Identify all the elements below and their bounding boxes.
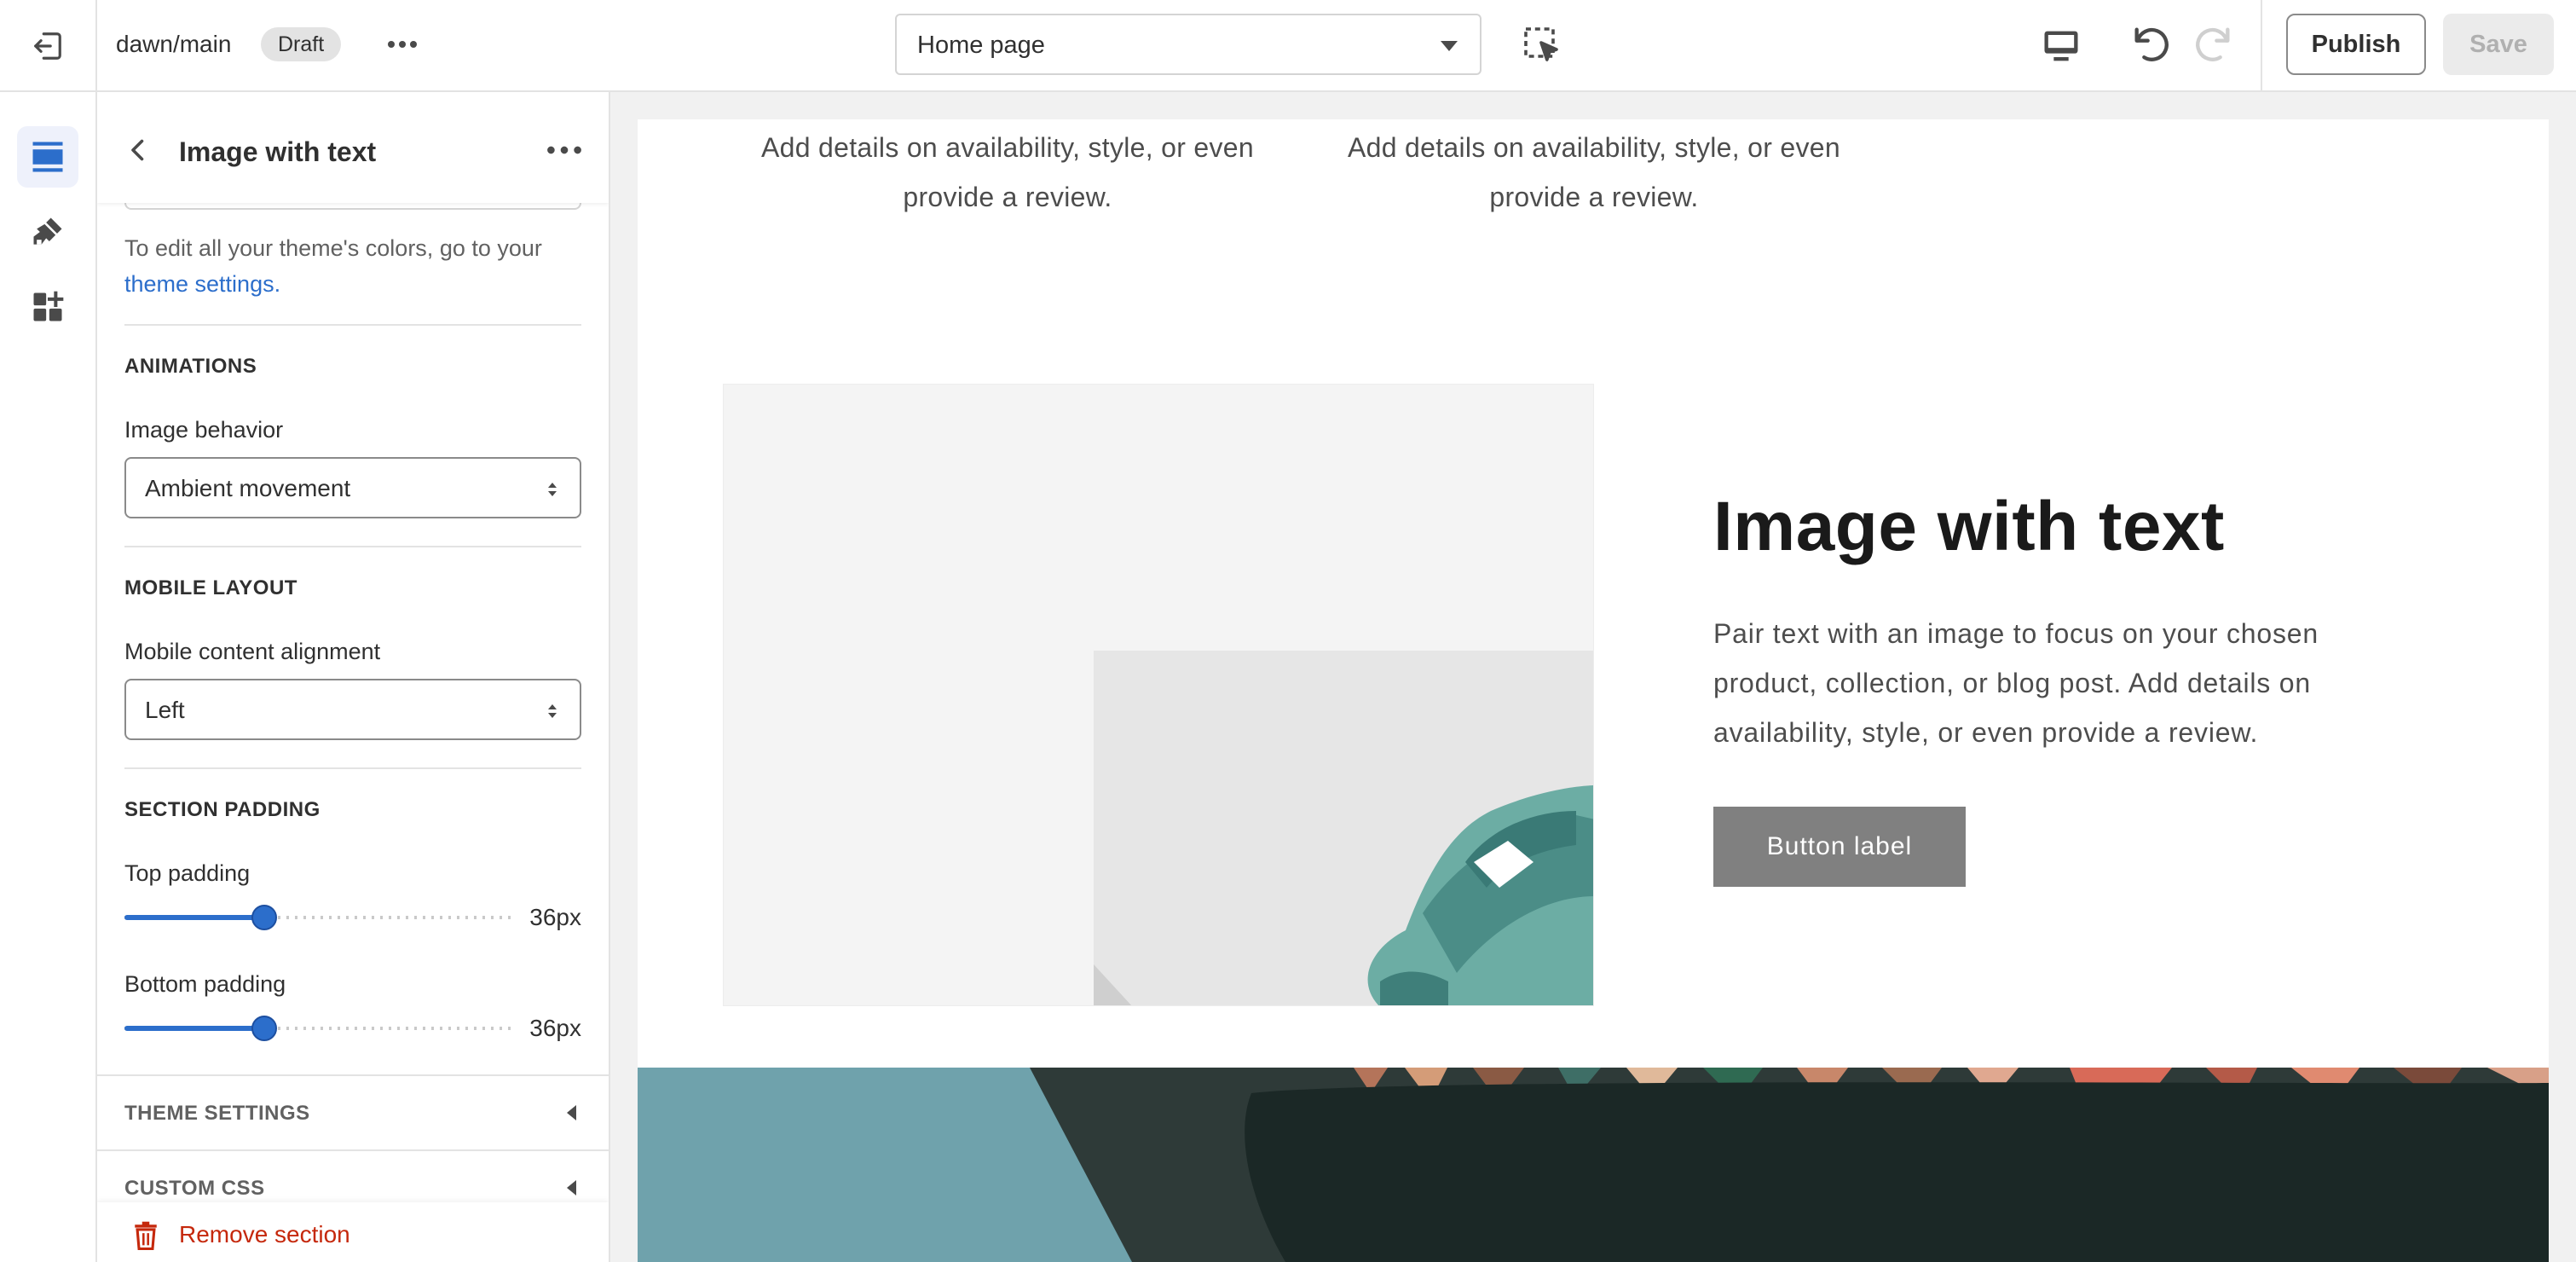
- theme-name: dawn/main: [116, 31, 232, 57]
- remove-section-button[interactable]: Remove section: [97, 1202, 609, 1262]
- undo-button[interactable]: [2129, 22, 2174, 67]
- mobile-layout-heading: MOBILE LAYOUT: [124, 576, 297, 599]
- image-behavior-label: Image behavior: [124, 417, 284, 443]
- section-padding-heading: SECTION PADDING: [124, 798, 321, 821]
- image-behavior-value: Ambient movement: [145, 475, 351, 501]
- chevron-left-icon: [567, 1180, 576, 1195]
- divider: [124, 767, 581, 769]
- slider-fill: [124, 915, 264, 920]
- sidebar-item-apps[interactable]: [17, 276, 78, 338]
- chevron-left-icon: [131, 139, 144, 161]
- bottom-padding-value: 36px: [529, 1015, 581, 1041]
- image-with-text-body: Pair text with an image to focus on your…: [1713, 618, 2319, 748]
- topbar-divider: [2261, 0, 2262, 90]
- top-bar: dawn/main Draft Home page Publish Save: [0, 0, 2576, 92]
- select-arrows-icon: [548, 483, 557, 496]
- image-behavior-select[interactable]: Ambient movement: [124, 457, 581, 518]
- theme-settings-link[interactable]: theme settings.: [124, 271, 280, 297]
- next-section-banner[interactable]: [638, 1068, 2549, 1262]
- image-placeholder-illustration: [1094, 651, 1593, 1005]
- preview-cta-button[interactable]: Button label: [1713, 807, 1966, 887]
- save-button[interactable]: Save: [2443, 14, 2554, 75]
- exit-icon: [34, 32, 61, 60]
- select-cursor-icon: [1524, 27, 1558, 61]
- sidebar-item-sections[interactable]: [17, 126, 78, 188]
- divider: [124, 546, 581, 547]
- status-badge: Draft: [261, 27, 342, 61]
- back-button[interactable]: [123, 135, 153, 165]
- topbar-divider: [95, 0, 97, 90]
- page-selector-value: Home page: [917, 32, 1045, 59]
- chevron-left-icon: [567, 1105, 576, 1120]
- theme-actions-button[interactable]: [382, 24, 423, 65]
- theme-settings-toggle[interactable]: THEME SETTINGS: [97, 1074, 609, 1149]
- section-actions-button[interactable]: [546, 135, 583, 165]
- inspector-toggle[interactable]: [1521, 24, 1562, 68]
- banner-image: [638, 1068, 2549, 1262]
- top-padding-value: 36px: [529, 904, 581, 930]
- colors-hint: To edit all your theme's colors, go to y…: [124, 230, 581, 302]
- remove-section-label: Remove section: [179, 1221, 350, 1248]
- sidebar-item-theme-settings[interactable]: [17, 201, 78, 263]
- sidebar-rail: [0, 92, 97, 1262]
- undo-icon: [2134, 27, 2169, 61]
- redo-icon: [2196, 27, 2230, 61]
- mobile-alignment-value: Left: [145, 697, 185, 723]
- custom-css-label: CUSTOM CSS: [124, 1177, 265, 1200]
- top-padding-label: Top padding: [124, 860, 251, 886]
- panel-header: Image with text: [97, 92, 609, 203]
- redo-button[interactable]: [2191, 22, 2235, 67]
- storefront-preview: Add details on availability, style, or e…: [638, 119, 2549, 1262]
- image-placeholder[interactable]: [723, 384, 1594, 1006]
- section-settings-panel: Image with text To edit all your theme's…: [97, 92, 610, 1262]
- page-selector[interactable]: Home page: [895, 14, 1481, 75]
- panel-title: Image with text: [179, 136, 377, 167]
- exit-editor-button[interactable]: [27, 26, 68, 67]
- column-description: Add details on availability, style, or e…: [761, 132, 1254, 212]
- slider-fill: [124, 1026, 264, 1031]
- desktop-preview-button[interactable]: [2039, 24, 2083, 68]
- brush-icon: [33, 217, 62, 245]
- image-with-text-heading: Image with text: [1713, 488, 2225, 565]
- slider-thumb[interactable]: [251, 905, 277, 930]
- more-horizontal-icon: [547, 146, 581, 154]
- select-arrows-icon: [548, 704, 557, 718]
- mobile-alignment-label: Mobile content alignment: [124, 639, 381, 664]
- slider-thumb[interactable]: [251, 1016, 277, 1041]
- top-padding-slider[interactable]: 36px: [124, 900, 581, 935]
- animations-heading: ANIMATIONS: [124, 355, 257, 378]
- mobile-alignment-select[interactable]: Left: [124, 679, 581, 740]
- column-description: Add details on availability, style, or e…: [1348, 132, 1840, 212]
- publish-button[interactable]: Publish: [2286, 14, 2426, 75]
- colors-hint-text: To edit all your theme's colors, go to y…: [124, 235, 542, 261]
- divider: [124, 324, 581, 326]
- chevron-down-icon: [1441, 41, 1458, 51]
- theme-settings-label: THEME SETTINGS: [124, 1102, 310, 1125]
- trash-icon: [135, 1221, 157, 1250]
- bottom-padding-label: Bottom padding: [124, 971, 286, 997]
- bottom-padding-slider[interactable]: 36px: [124, 1011, 581, 1045]
- apps-icon: [33, 291, 64, 321]
- desktop-icon: [2044, 31, 2078, 61]
- more-horizontal-icon: [388, 41, 417, 48]
- sections-icon: [32, 142, 63, 172]
